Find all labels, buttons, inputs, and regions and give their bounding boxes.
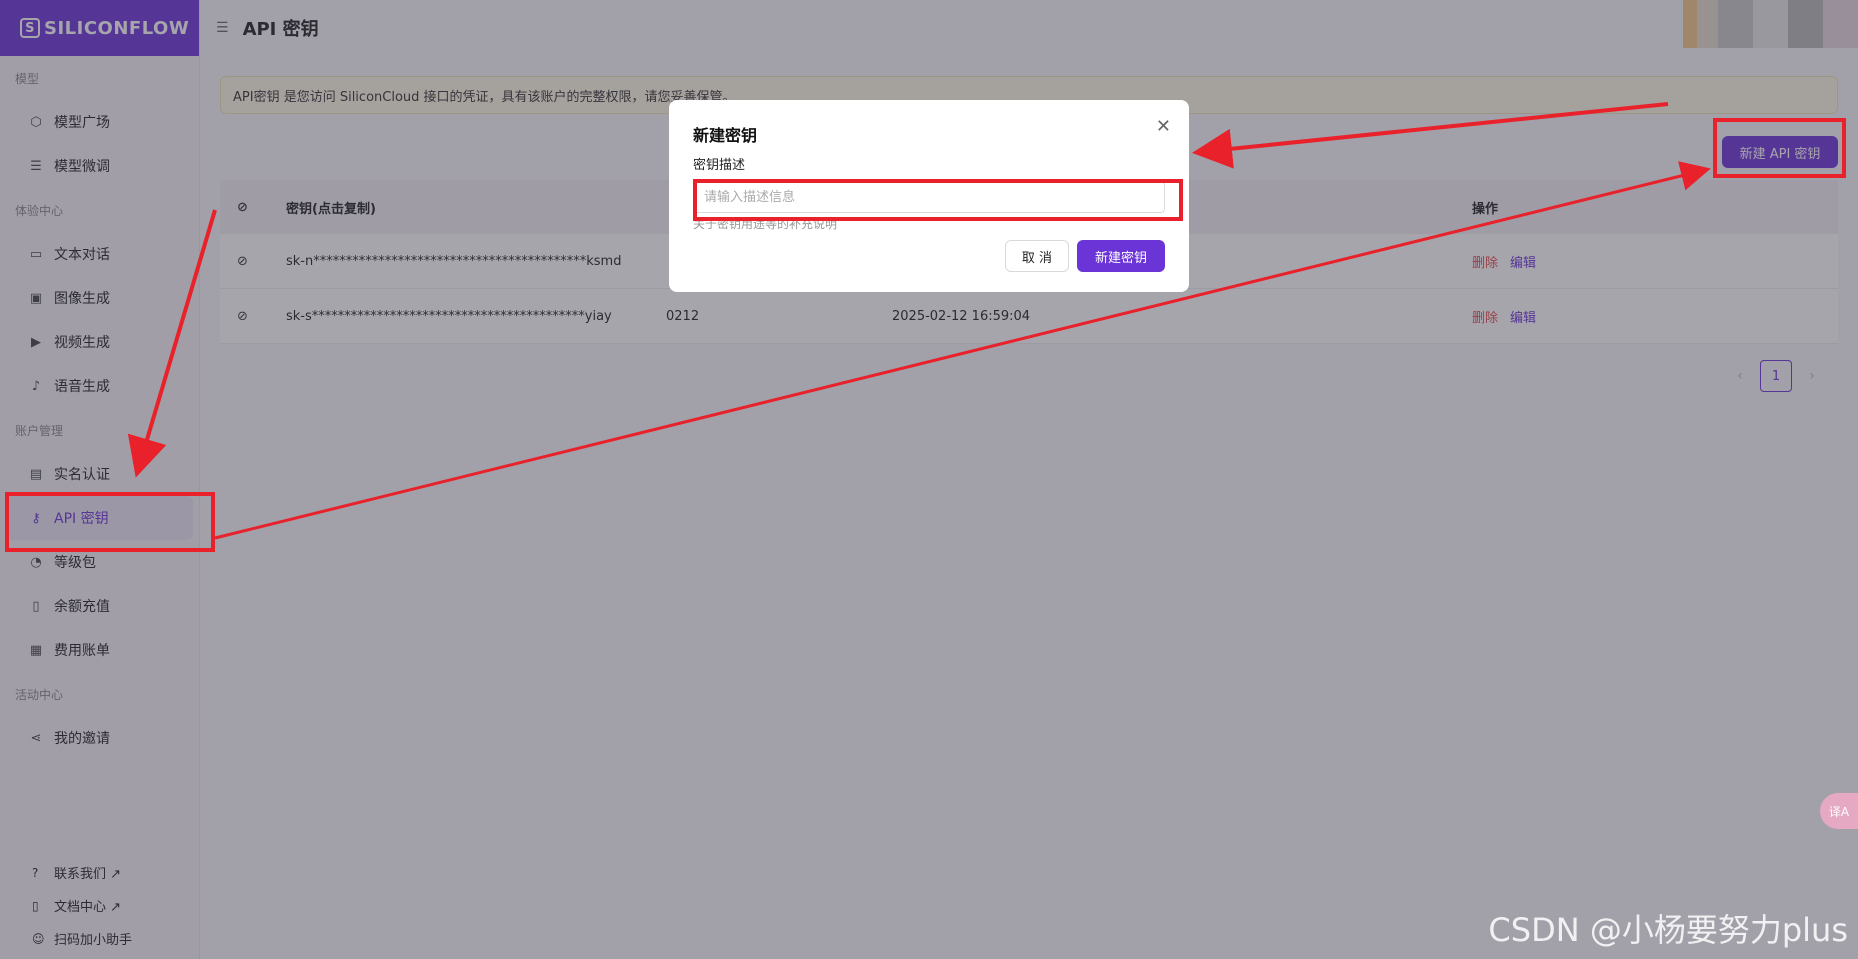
arrow-to-new-button: [214, 161, 1711, 540]
watermark: CSDN @小杨要努力plus: [1488, 911, 1848, 949]
translate-icon[interactable]: 译A: [1820, 793, 1858, 829]
arrow-to-sidebar: [127, 209, 217, 478]
arrow-to-modal: [1192, 102, 1669, 169]
annotation-arrows: [127, 102, 1711, 540]
